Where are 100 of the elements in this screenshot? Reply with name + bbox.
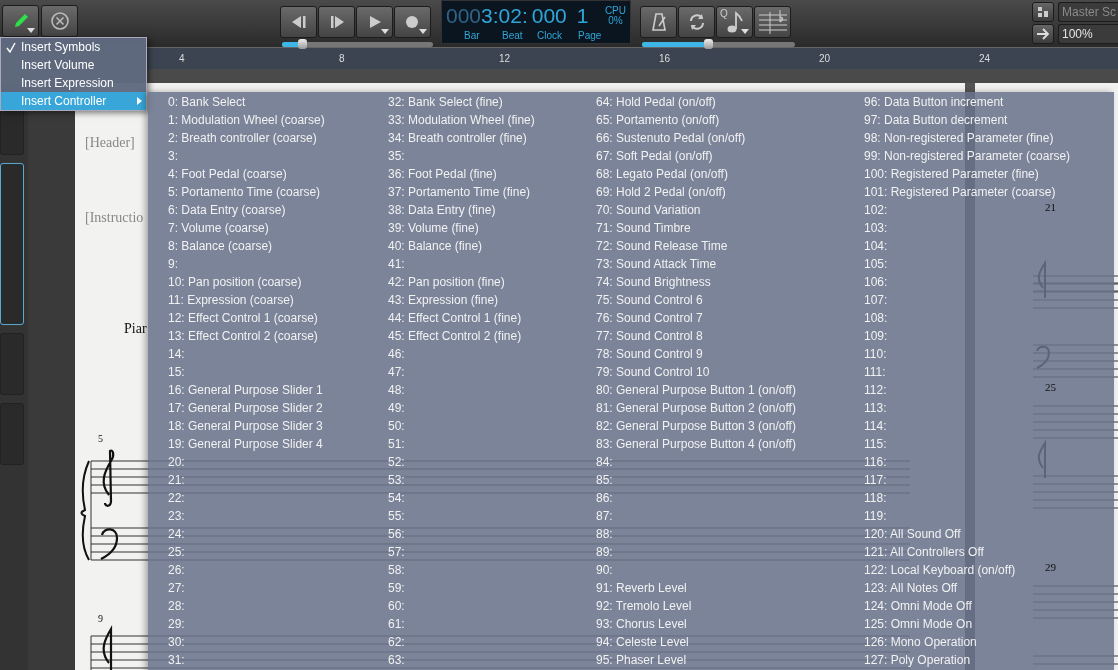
controller-item[interactable]: 52: [388, 453, 405, 471]
controller-item[interactable]: 2: Breath controller (coarse) [168, 129, 317, 147]
controller-item[interactable]: 24: [168, 525, 185, 543]
controller-item[interactable]: 87: [596, 507, 613, 525]
controller-item[interactable]: 127: Poly Operation [864, 651, 971, 669]
controller-item[interactable]: 60: [388, 597, 405, 615]
metronome-button[interactable] [640, 6, 677, 38]
controller-item[interactable]: 61: [388, 615, 405, 633]
controller-item[interactable]: 114: [864, 417, 887, 435]
zoom-field[interactable]: 100% [1058, 24, 1118, 44]
controller-item[interactable]: 103: [864, 219, 888, 237]
controller-item[interactable]: 116: [864, 453, 887, 471]
controller-item[interactable]: 4: Foot Pedal (coarse) [168, 165, 287, 183]
controller-item[interactable]: 12: Effect Control 1 (coarse) [168, 309, 318, 327]
controller-item[interactable]: 117: [864, 471, 887, 489]
menu-item[interactable]: Insert Volume [1, 56, 146, 74]
controller-item[interactable]: 101: Registered Parameter (coarse) [864, 183, 1056, 201]
controller-item[interactable]: 113: [864, 399, 887, 417]
controller-item[interactable]: 100: Registered Parameter (fine) [864, 165, 1039, 183]
controller-item[interactable]: 64: Hold Pedal (on/off) [596, 93, 716, 111]
controller-item[interactable]: 30: [168, 633, 185, 651]
controller-item[interactable]: 96: Data Button increment [864, 93, 1004, 111]
controller-item[interactable]: 81: General Purpose Button 2 (on/off) [596, 399, 796, 417]
controller-item[interactable]: 112: [864, 381, 887, 399]
controller-item[interactable]: 54: [388, 489, 405, 507]
view-field[interactable]: Master Sc [1058, 2, 1118, 22]
controller-item[interactable]: 16: General Purpose Slider 1 [168, 381, 323, 399]
controller-item[interactable]: 32: Bank Select (fine) [388, 93, 503, 111]
controller-item[interactable]: 48: [388, 381, 405, 399]
controller-item[interactable]: 98: Non-registered Parameter (fine) [864, 129, 1054, 147]
controller-item[interactable]: 75: Sound Control 6 [596, 291, 703, 309]
controller-item[interactable]: 72: Sound Release Time [596, 237, 728, 255]
controller-item[interactable]: 66: Sustenuto Pedal (on/off) [596, 129, 746, 147]
menu-item[interactable]: Insert Symbols [1, 38, 146, 56]
controller-item[interactable]: 90: [596, 561, 613, 579]
loop-button[interactable] [678, 6, 715, 38]
controller-item[interactable]: 41: [388, 255, 405, 273]
controller-item[interactable]: 70: Sound Variation [596, 201, 701, 219]
controller-item[interactable]: 122: Local Keyboard (on/off) [864, 561, 1016, 579]
controller-item[interactable]: 74: Sound Brightness [596, 273, 711, 291]
controller-item[interactable]: 67: Soft Pedal (on/off) [596, 147, 713, 165]
controller-item[interactable]: 23: [168, 507, 185, 525]
controller-item[interactable]: 36: Foot Pedal (fine) [388, 165, 497, 183]
controller-item[interactable]: 39: Volume (fine) [388, 219, 479, 237]
controller-item[interactable]: 77: Sound Control 8 [596, 327, 703, 345]
controller-item[interactable]: 94: Celeste Level [596, 633, 689, 651]
controller-item[interactable]: 68: Legato Pedal (on/off) [596, 165, 728, 183]
controller-item[interactable]: 49: [388, 399, 405, 417]
controller-item[interactable]: 21: [168, 471, 185, 489]
controller-item[interactable]: 27: [168, 579, 185, 597]
instructions-field[interactable]: [Instructio [85, 210, 144, 226]
controller-item[interactable]: 109: [864, 327, 888, 345]
controller-item[interactable]: 51: [388, 435, 405, 453]
controller-item[interactable]: 25: [168, 543, 185, 561]
controller-item[interactable]: 6: Data Entry (coarse) [168, 201, 286, 219]
rewind-button[interactable] [280, 6, 317, 38]
controller-item[interactable]: 42: Pan position (fine) [388, 273, 505, 291]
controller-item[interactable]: 34: Breath controller (fine) [388, 129, 527, 147]
controller-item[interactable]: 1: Modulation Wheel (coarse) [168, 111, 325, 129]
controller-item[interactable]: 33: Modulation Wheel (fine) [388, 111, 535, 129]
controller-item[interactable]: 120: All Sound Off [864, 525, 961, 543]
controller-item[interactable]: 53: [388, 471, 405, 489]
controller-item[interactable]: 86: [596, 489, 613, 507]
controller-item[interactable]: 105: [864, 255, 888, 273]
controller-item[interactable]: 93: Chorus Level [596, 615, 687, 633]
controller-item[interactable]: 124: Omni Mode Off [864, 597, 972, 615]
controller-item[interactable]: 56: [388, 525, 405, 543]
controller-item[interactable]: 43: Expression (fine) [388, 291, 499, 309]
controller-item[interactable]: 11: Expression (coarse) [168, 291, 294, 309]
controller-item[interactable]: 107: [864, 291, 888, 309]
controller-item[interactable]: 40: Balance (fine) [388, 237, 483, 255]
cancel-button[interactable] [41, 5, 78, 37]
layout-button[interactable] [1032, 2, 1054, 22]
controller-item[interactable]: 59: [388, 579, 405, 597]
controller-item[interactable]: 3: [168, 147, 178, 165]
controller-item[interactable]: 119: [864, 507, 887, 525]
controller-item[interactable]: 123: All Notes Off [864, 579, 958, 597]
controller-item[interactable]: 29: [168, 615, 185, 633]
controller-item[interactable]: 5: Portamento Time (coarse) [168, 183, 321, 201]
controller-item[interactable]: 126: Mono Operation [864, 633, 977, 651]
controller-item[interactable]: 38: Data Entry (fine) [388, 201, 496, 219]
controller-item[interactable]: 45: Effect Control 2 (fine) [388, 327, 522, 345]
controller-item[interactable]: 106: [864, 273, 888, 291]
controller-item[interactable]: 15: [168, 363, 185, 381]
controller-item[interactable]: 115: [864, 435, 887, 453]
controller-item[interactable]: 65: Portamento (on/off) [596, 111, 720, 129]
menu-item[interactable]: Insert Expression [1, 74, 146, 92]
staff-button[interactable] [754, 6, 791, 38]
controller-item[interactable]: 69: Hold 2 Pedal (on/off) [596, 183, 726, 201]
controller-item[interactable]: 92: Tremolo Level [596, 597, 692, 615]
controller-item[interactable]: 118: [864, 489, 887, 507]
controller-item[interactable]: 121: All Controllers Off [864, 543, 984, 561]
controller-item[interactable]: 47: [388, 363, 405, 381]
header-field[interactable]: [Header] [85, 135, 135, 151]
controller-item[interactable]: 46: [388, 345, 405, 363]
controller-item[interactable]: 28: [168, 597, 185, 615]
controller-item[interactable]: 125: Omni Mode On [864, 615, 973, 633]
controller-item[interactable]: 80: General Purpose Button 1 (on/off) [596, 381, 796, 399]
controller-item[interactable]: 111: [864, 363, 886, 381]
controller-item[interactable]: 7: Volume (coarse) [168, 219, 269, 237]
